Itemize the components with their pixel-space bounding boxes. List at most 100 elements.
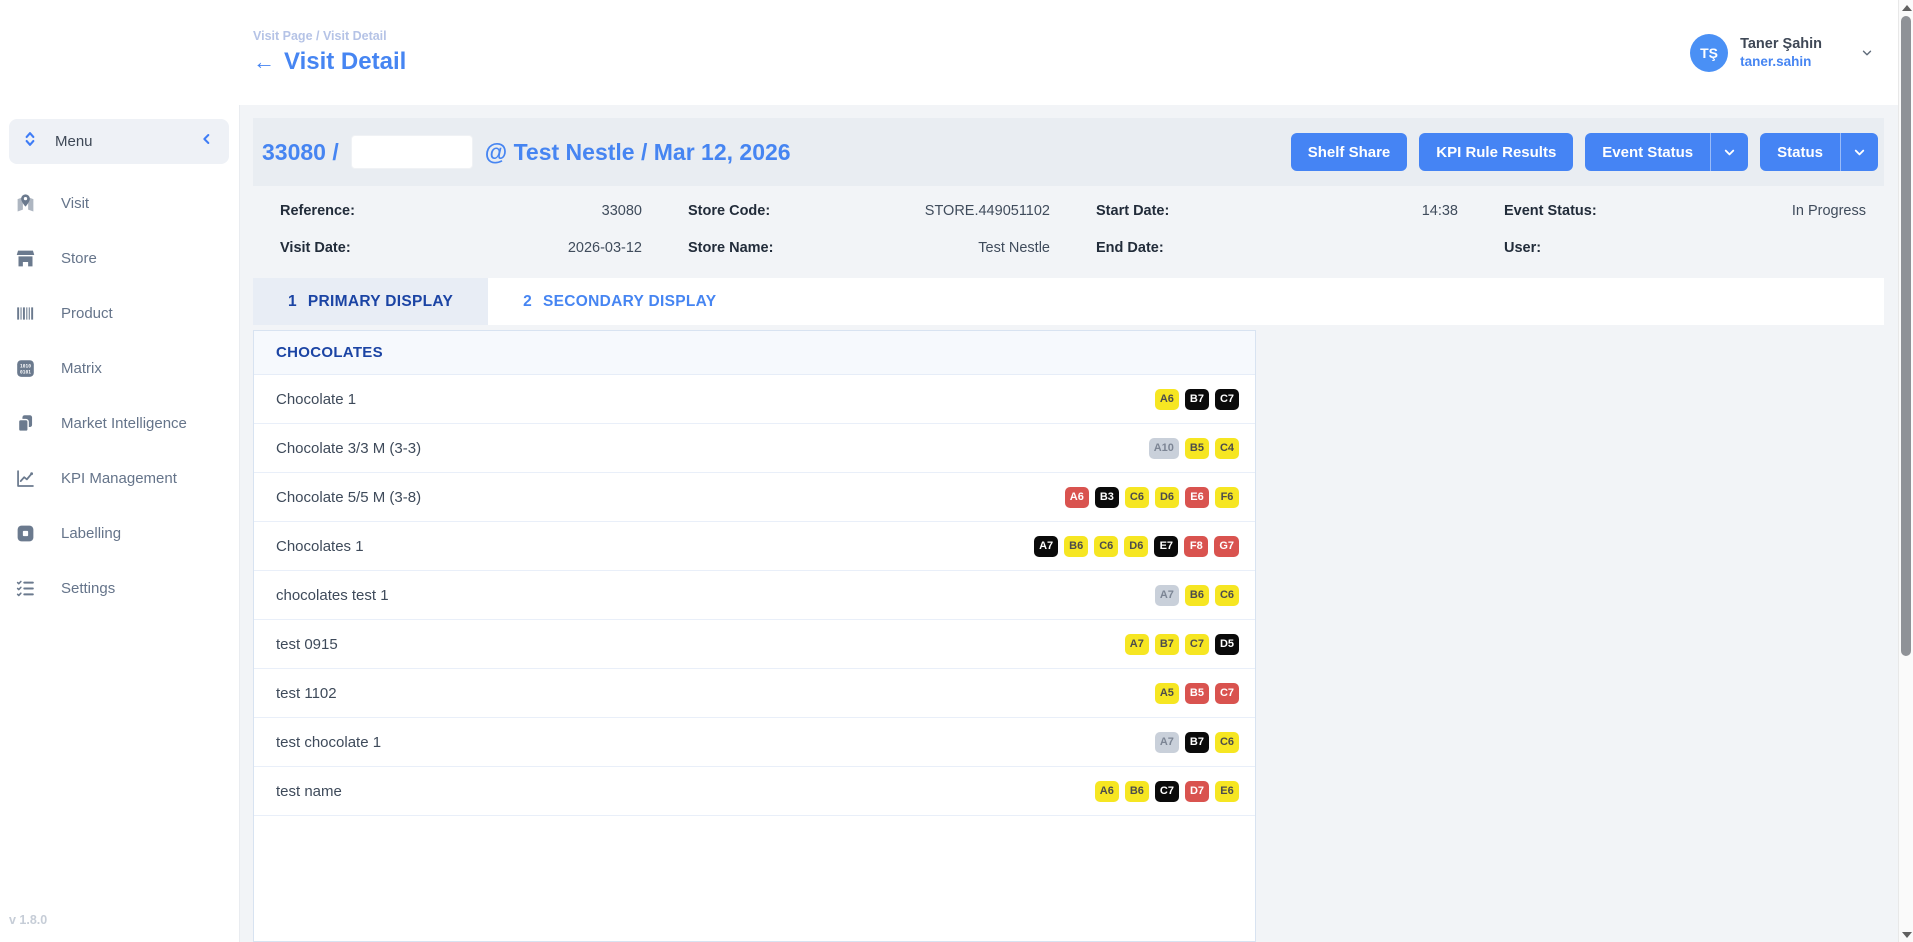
position-badge[interactable]: B3 <box>1095 487 1119 508</box>
position-badge[interactable]: A7 <box>1155 732 1179 753</box>
scrollbar-thumb[interactable] <box>1901 16 1911 656</box>
table-row[interactable]: test 1102 A5B5C7 <box>254 669 1255 718</box>
position-badge[interactable]: C6 <box>1215 732 1239 753</box>
position-badge[interactable]: B6 <box>1064 536 1088 557</box>
position-badge[interactable]: F8 <box>1184 536 1208 557</box>
avatar[interactable]: TŞ <box>1690 34 1728 72</box>
position-badge[interactable]: B7 <box>1185 732 1209 753</box>
scroll-up-icon[interactable] <box>1902 5 1912 11</box>
event-status-button[interactable]: Event Status <box>1585 133 1748 171</box>
sidebar-item-product[interactable]: Product <box>0 286 239 341</box>
info-value: Test Nestle <box>978 240 1050 256</box>
position-badge[interactable]: F6 <box>1215 487 1239 508</box>
position-badge[interactable]: A7 <box>1125 634 1149 655</box>
info-field-reference: Reference: 33080 <box>280 192 642 229</box>
position-badge[interactable]: A6 <box>1155 389 1179 410</box>
info-label: User: <box>1504 240 1541 256</box>
chevron-down-icon[interactable] <box>1860 46 1874 60</box>
position-badge[interactable]: G7 <box>1214 536 1239 557</box>
table-row[interactable]: test name A6B6C7D7E6 <box>254 767 1255 816</box>
position-badge[interactable]: A5 <box>1155 683 1179 704</box>
table-row[interactable]: Chocolate 5/5 M (3-8) A6B3C6D6E6F6 <box>254 473 1255 522</box>
position-badge[interactable]: D5 <box>1215 634 1239 655</box>
product-group-name: chocolates test 1 <box>276 587 389 604</box>
position-badge[interactable]: D6 <box>1155 487 1179 508</box>
position-badge[interactable]: A7 <box>1155 585 1179 606</box>
main-content: 33080 / @ Test Nestle / Mar 12, 2026 She… <box>240 105 1898 942</box>
info-field-event-status: Event Status: In Progress <box>1504 192 1866 229</box>
position-badge[interactable]: B6 <box>1125 781 1149 802</box>
position-badge[interactable]: B7 <box>1155 634 1179 655</box>
position-badge[interactable]: A10 <box>1149 438 1179 459</box>
checklist-icon <box>14 578 36 600</box>
info-label: Store Name: <box>688 240 773 256</box>
chevron-down-icon[interactable] <box>1711 145 1748 160</box>
chevron-down-icon[interactable] <box>1841 145 1878 160</box>
position-badge[interactable]: C7 <box>1215 389 1239 410</box>
sidebar-item-labelling[interactable]: Labelling <box>0 506 239 561</box>
shelf-share-button[interactable]: Shelf Share <box>1291 133 1408 171</box>
position-badge[interactable]: C7 <box>1185 634 1209 655</box>
display-table: CHOCOLATES Chocolate 1 A6B7C7 Chocolate … <box>253 330 1256 942</box>
badge-list: A7 B6 C6 D6 E7 F8 G7 <box>1034 536 1239 557</box>
label-icon <box>14 523 36 545</box>
sidebar-item-kpi-management[interactable]: KPI Management <box>0 451 239 506</box>
position-badge[interactable]: D6 <box>1124 536 1148 557</box>
line-chart-icon <box>14 468 36 490</box>
position-badge[interactable]: C7 <box>1215 683 1239 704</box>
info-value: STORE.449051102 <box>925 203 1050 219</box>
visit-name-input[interactable] <box>351 135 473 169</box>
info-field-store-code: Store Code: STORE.449051102 <box>688 192 1050 229</box>
position-badge[interactable]: C4 <box>1215 438 1239 459</box>
position-badge[interactable]: E6 <box>1215 781 1239 802</box>
sidebar-item-label: Settings <box>61 580 115 597</box>
back-arrow-icon[interactable]: ← <box>253 49 275 75</box>
table-row[interactable]: Chocolate 1 A6B7C7 <box>254 375 1255 424</box>
position-badge[interactable]: A7 <box>1034 536 1058 557</box>
user-name: Taner Şahin <box>1740 36 1822 52</box>
kpi-rule-results-button[interactable]: KPI Rule Results <box>1419 133 1573 171</box>
info-field-end-date: End Date: <box>1096 229 1458 266</box>
badge-list: A6 B6 C7 D7 E6 <box>1095 781 1239 802</box>
position-badge[interactable]: A6 <box>1065 487 1089 508</box>
user-menu[interactable]: TŞ Taner Şahin taner.sahin <box>1690 34 1874 72</box>
sidebar-item-visit[interactable]: Visit <box>0 176 239 231</box>
position-badge[interactable]: A6 <box>1095 781 1119 802</box>
table-row[interactable]: test chocolate 1 A7B7C6 <box>254 718 1255 767</box>
position-badge[interactable]: E6 <box>1185 487 1209 508</box>
table-row[interactable]: Chocolates 1 A7B6C6D6E7F8G7 <box>254 522 1255 571</box>
user-info: Taner Şahin taner.sahin <box>1740 36 1822 69</box>
scroll-down-icon[interactable] <box>1902 932 1912 938</box>
svg-text:1010: 1010 <box>20 364 31 370</box>
tab-primary-display[interactable]: 1 PRIMARY DISPLAY <box>253 278 488 325</box>
breadcrumb[interactable]: Visit Page / Visit Detail <box>253 29 406 43</box>
position-badge[interactable]: D7 <box>1185 781 1209 802</box>
position-badge[interactable]: B5 <box>1185 438 1209 459</box>
tab-secondary-display[interactable]: 2 SECONDARY DISPLAY <box>488 278 751 325</box>
position-badge[interactable]: E7 <box>1154 536 1178 557</box>
menu-header[interactable]: Menu <box>9 119 229 164</box>
info-value: In Progress <box>1792 203 1866 219</box>
status-button[interactable]: Status <box>1760 133 1878 171</box>
table-row[interactable]: test 0915 A7B7C7D5 <box>254 620 1255 669</box>
info-field-visit-date: Visit Date: 2026-03-12 <box>280 229 642 266</box>
vertical-scrollbar[interactable] <box>1898 0 1913 942</box>
position-badge[interactable]: B6 <box>1185 585 1209 606</box>
page-title: ← Visit Detail <box>253 48 406 76</box>
collapse-sidebar-icon[interactable] <box>199 131 215 152</box>
position-badge[interactable]: C6 <box>1215 585 1239 606</box>
badge-list: A6 B7 C7 <box>1155 389 1239 410</box>
sidebar-item-store[interactable]: Store <box>0 231 239 286</box>
position-badge[interactable]: B7 <box>1185 389 1209 410</box>
sidebar-item-matrix[interactable]: 10100101 Matrix <box>0 341 239 396</box>
table-row[interactable]: Chocolate 3/3 M (3-3) A10B5C4 <box>254 424 1255 473</box>
position-badge[interactable]: C6 <box>1094 536 1118 557</box>
badge-list: A7 B7 C6 <box>1155 732 1239 753</box>
sidebar-item-settings[interactable]: Settings <box>0 561 239 616</box>
category-header: CHOCOLATES <box>254 331 1255 375</box>
sidebar-item-market-intelligence[interactable]: Market Intelligence <box>0 396 239 451</box>
position-badge[interactable]: C6 <box>1125 487 1149 508</box>
position-badge[interactable]: C7 <box>1155 781 1179 802</box>
position-badge[interactable]: B5 <box>1185 683 1209 704</box>
table-row[interactable]: chocolates test 1 A7 B6 C6 <box>254 571 1255 620</box>
